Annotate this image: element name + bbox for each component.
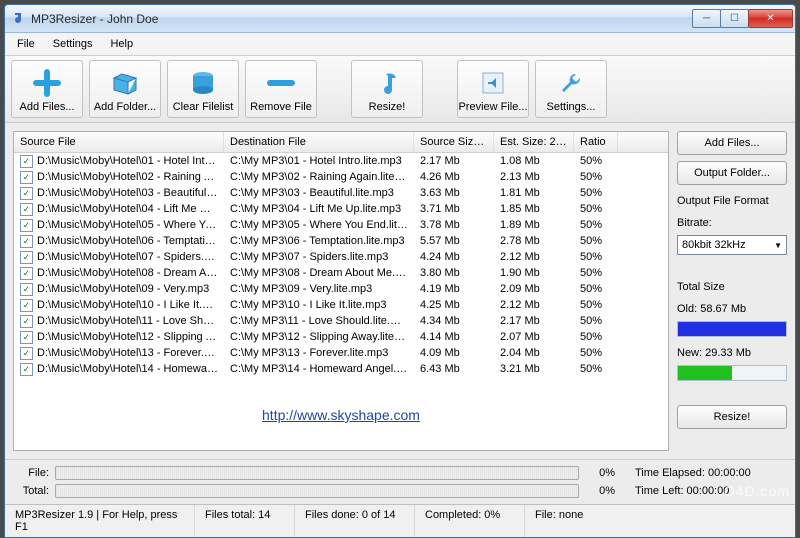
file-progress-label: File: [15,467,49,479]
minus-icon [266,68,296,98]
list-header: Source File Destination File Source Size… [14,132,668,153]
minimize-button[interactable]: ─ [692,9,721,28]
time-elapsed: Time Elapsed: 00:00:00 [635,467,785,479]
add-files-label: Add Files... [19,101,74,113]
checkbox[interactable]: ✓ [20,267,33,280]
old-size-bar [677,321,787,337]
app-window: MP3Resizer - John Doe ─ ☐ ✕ File Setting… [4,4,796,538]
clear-filelist-button[interactable]: Clear Filelist [167,60,239,118]
total-progress-pct: 0% [585,485,615,497]
side-resize-button[interactable]: Resize! [677,405,787,429]
file-progress-pct: 0% [585,467,615,479]
status-app: MP3Resizer 1.9 | For Help, press F1 [5,505,195,537]
checkbox[interactable]: ✓ [20,347,33,360]
menu-file[interactable]: File [9,35,43,53]
note-icon [372,68,402,98]
new-size-label: New: 29.33 Mb [677,347,787,359]
file-progress-bar [55,466,579,480]
table-row[interactable]: ✓D:\Music\Moby\Hotel\11 - Love Should.mp… [14,313,668,329]
table-row[interactable]: ✓D:\Music\Moby\Hotel\05 - Where You End.… [14,217,668,233]
bitrate-combobox[interactable]: 80kbit 32kHz ▼ [677,235,787,255]
clear-label: Clear Filelist [173,101,234,113]
settings-label: Settings... [547,101,596,113]
resize-button[interactable]: Resize! [351,60,423,118]
plus-icon [32,68,62,98]
checkbox[interactable]: ✓ [20,235,33,248]
column-source-size[interactable]: Source Size: 58... [414,132,494,152]
checkbox[interactable]: ✓ [20,363,33,376]
status-files-total: Files total: 14 [195,505,295,537]
column-source-file[interactable]: Source File [14,132,224,152]
toolbar: Add Files... Add Folder... Clear Filelis… [5,56,795,123]
remove-label: Remove File [250,101,312,113]
speaker-icon [478,68,508,98]
titlebar[interactable]: MP3Resizer - John Doe ─ ☐ ✕ [5,5,795,33]
menubar: File Settings Help [5,33,795,56]
remove-file-button[interactable]: Remove File [245,60,317,118]
new-size-bar [677,365,787,381]
table-row[interactable]: ✓D:\Music\Moby\Hotel\04 - Lift Me Up.mp3… [14,201,668,217]
cylinder-icon [188,68,218,98]
window-title: MP3Resizer - John Doe [31,12,158,26]
bitrate-label: Bitrate: [677,217,787,229]
checkbox[interactable]: ✓ [20,203,33,216]
table-row[interactable]: ✓D:\Music\Moby\Hotel\12 - Slipping Away.… [14,329,668,345]
table-row[interactable]: ✓D:\Music\Moby\Hotel\01 - Hotel Intro.mp… [14,153,668,169]
folder-icon [110,68,140,98]
watermark: LO4D.com [715,483,790,499]
side-add-files-button[interactable]: Add Files... [677,131,787,155]
maximize-button[interactable]: ☐ [720,9,749,28]
statusbar: MP3Resizer 1.9 | For Help, press F1 File… [5,504,795,537]
column-destination-file[interactable]: Destination File [224,132,414,152]
table-row[interactable]: ✓D:\Music\Moby\Hotel\09 - Very.mp3C:\My … [14,281,668,297]
table-row[interactable]: ✓D:\Music\Moby\Hotel\13 - Forever.mp3C:\… [14,345,668,361]
checkbox[interactable]: ✓ [20,219,33,232]
table-row[interactable]: ✓D:\Music\Moby\Hotel\03 - Beautiful.mp3C… [14,185,668,201]
menu-help[interactable]: Help [102,35,141,53]
output-format-label: Output File Format [677,195,787,207]
status-files-done: Files done: 0 of 14 [295,505,415,537]
checkbox[interactable]: ✓ [20,171,33,184]
checkbox[interactable]: ✓ [20,283,33,296]
total-progress-label: Total: [15,485,49,497]
add-folder-button[interactable]: Add Folder... [89,60,161,118]
table-row[interactable]: ✓D:\Music\Moby\Hotel\02 - Raining Again.… [14,169,668,185]
table-row[interactable]: ✓D:\Music\Moby\Hotel\14 - Homeward Angel… [14,361,668,377]
footer: File: 0% Time Elapsed: 00:00:00 Total: 0… [5,459,795,504]
output-folder-button[interactable]: Output Folder... [677,161,787,185]
preview-file-button[interactable]: Preview File... [457,60,529,118]
total-size-label: Total Size [677,281,787,293]
bitrate-value: 80kbit 32kHz [682,239,746,251]
checkbox[interactable]: ✓ [20,155,33,168]
app-icon [11,11,27,27]
preview-label: Preview File... [458,101,527,113]
status-file: File: none [525,505,795,537]
status-completed: Completed: 0% [415,505,525,537]
chevron-down-icon: ▼ [774,241,782,250]
checkbox[interactable]: ✓ [20,299,33,312]
table-row[interactable]: ✓D:\Music\Moby\Hotel\10 - I Like It.mp3C… [14,297,668,313]
checkbox[interactable]: ✓ [20,251,33,264]
total-progress-bar [55,484,579,498]
website-link[interactable]: http://www.skyshape.com [14,377,668,427]
table-row[interactable]: ✓D:\Music\Moby\Hotel\08 - Dream About Me… [14,265,668,281]
close-button[interactable]: ✕ [748,9,793,28]
menu-settings[interactable]: Settings [45,35,101,53]
checkbox[interactable]: ✓ [20,331,33,344]
checkbox[interactable]: ✓ [20,187,33,200]
file-list[interactable]: Source File Destination File Source Size… [13,131,669,451]
settings-button[interactable]: Settings... [535,60,607,118]
table-row[interactable]: ✓D:\Music\Moby\Hotel\06 - Temptation.mp3… [14,233,668,249]
resize-label: Resize! [369,101,406,113]
add-files-button[interactable]: Add Files... [11,60,83,118]
wrench-icon [556,68,586,98]
column-est-size[interactable]: Est. Size: 29... [494,132,574,152]
side-panel: Add Files... Output Folder... Output Fil… [677,131,787,451]
table-row[interactable]: ✓D:\Music\Moby\Hotel\07 - Spiders.mp3C:\… [14,249,668,265]
checkbox[interactable]: ✓ [20,315,33,328]
old-size-label: Old: 58.67 Mb [677,303,787,315]
add-folder-label: Add Folder... [94,101,156,113]
column-ratio[interactable]: Ratio [574,132,618,152]
